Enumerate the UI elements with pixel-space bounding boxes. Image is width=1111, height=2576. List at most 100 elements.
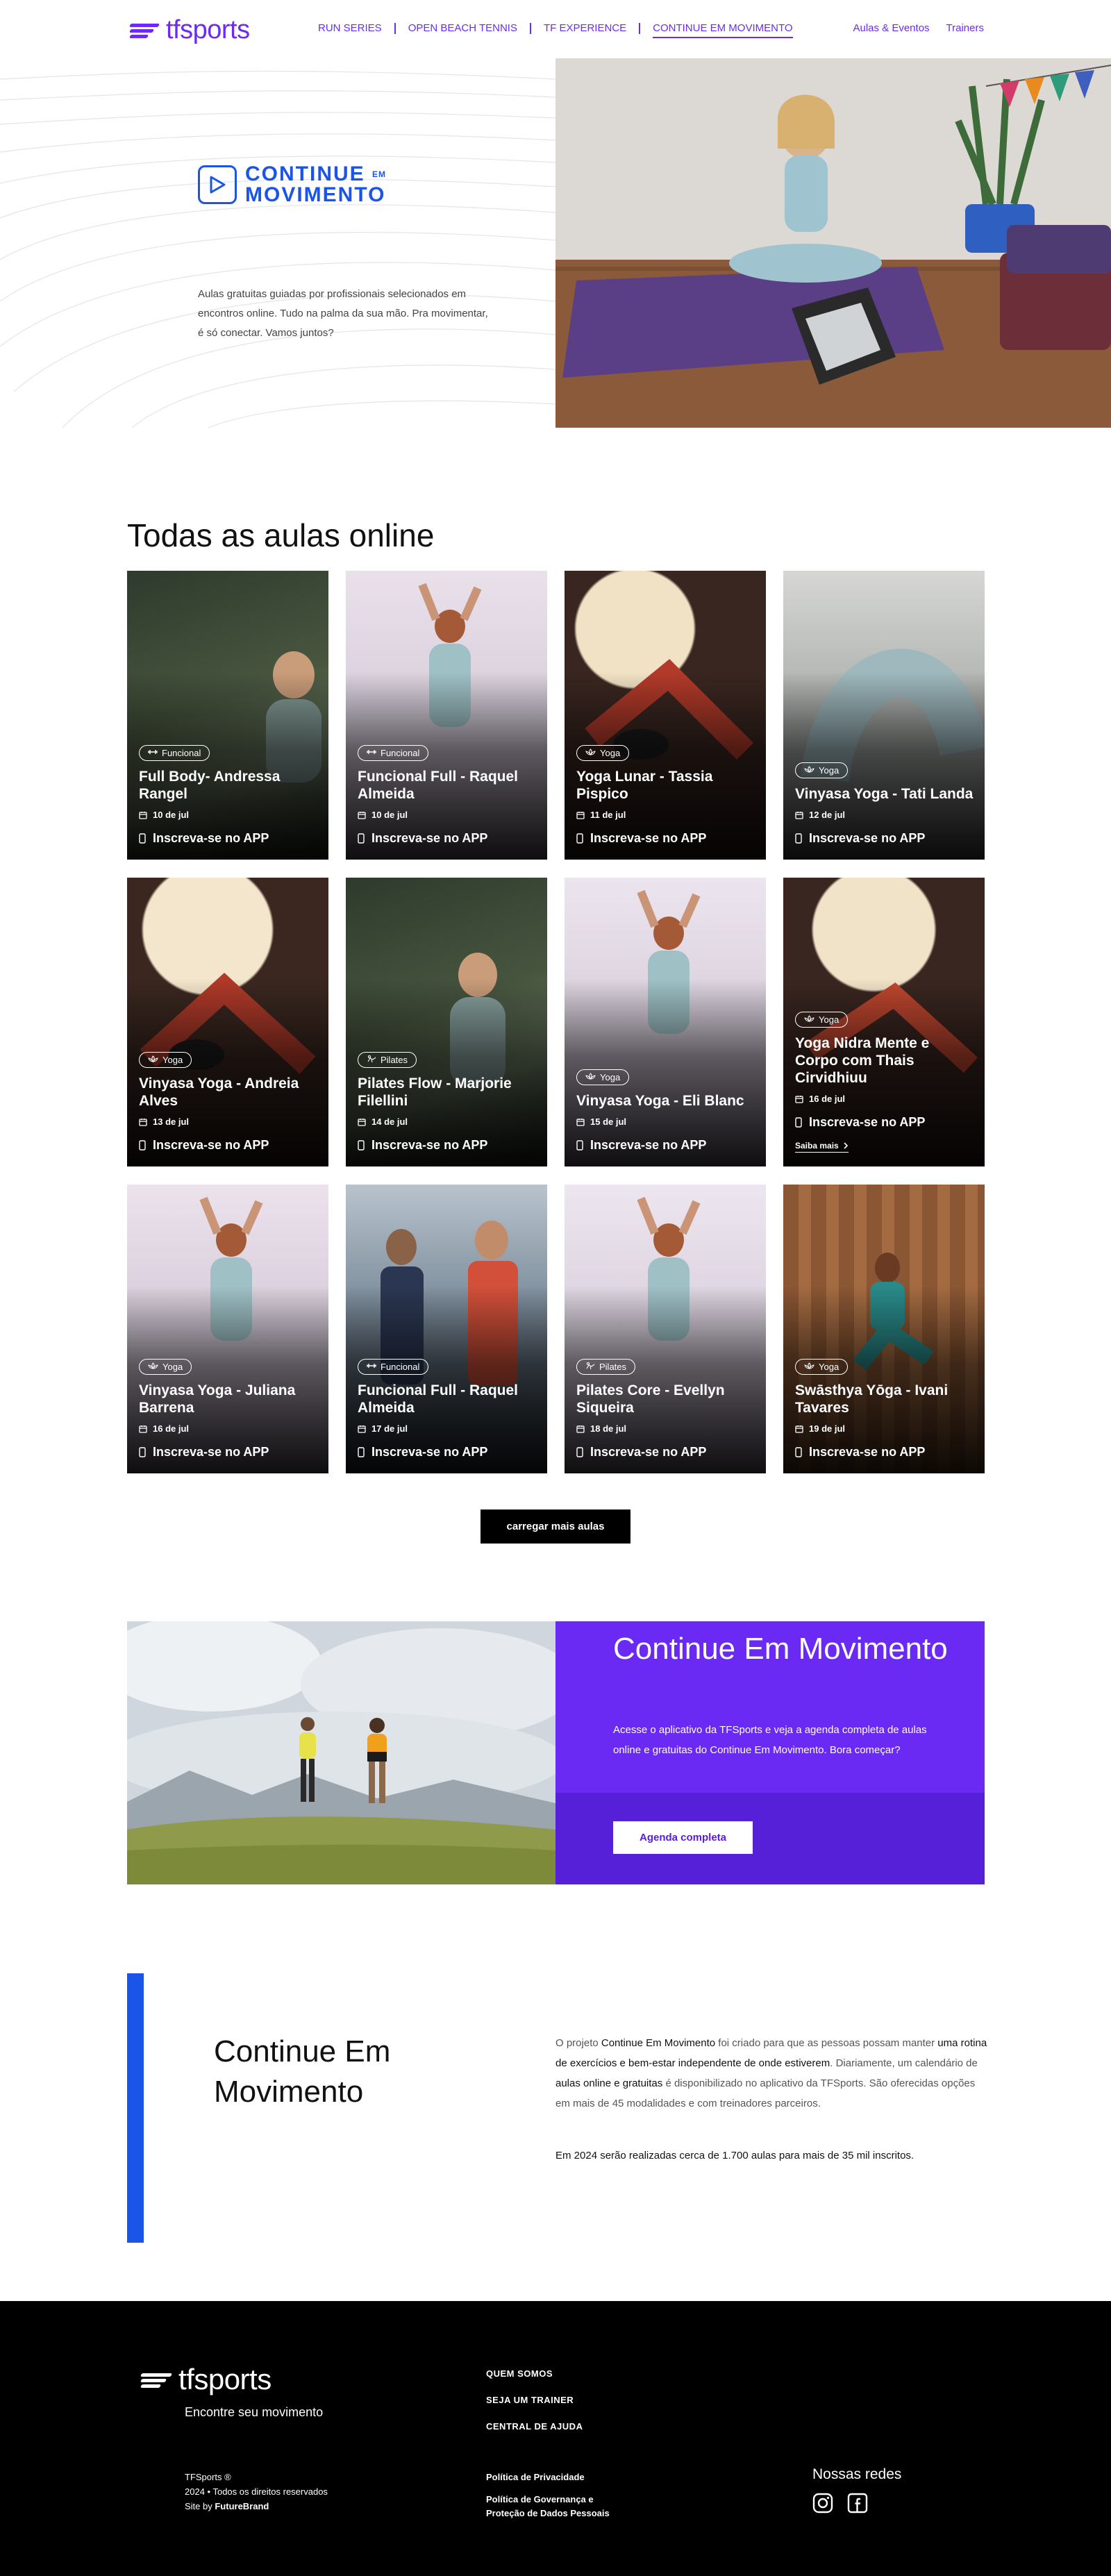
instagram-icon[interactable] — [812, 2493, 833, 2517]
hero-section: CONTINUE EM MOVIMENTO Aulas gratuitas gu… — [0, 58, 1111, 428]
footer-copyright-year: 2024 • Todos os direitos reservados — [185, 2486, 328, 2497]
class-title: Swāsthya Yōga - Ivani Tavares — [795, 1382, 949, 1416]
inscreva-se-app-link[interactable]: Inscreva-se no APP — [576, 1138, 756, 1153]
dumbbell-icon — [367, 1362, 376, 1372]
inscreva-se-app-link[interactable]: Inscreva-se no APP — [795, 1445, 975, 1460]
class-date: 16 de jul — [795, 1094, 975, 1104]
inscreva-se-app-link[interactable]: Inscreva-se no APP — [795, 1115, 975, 1130]
footer-link-quem-somos[interactable]: QUEM SOMOS — [486, 2361, 583, 2387]
smartphone-icon — [576, 1447, 583, 1457]
calendar-icon — [795, 1095, 803, 1103]
calendar-icon — [795, 811, 803, 819]
secondary-nav: Aulas & Eventos Trainers — [853, 22, 984, 34]
play-icon — [198, 165, 237, 204]
hero-image-yoga-woman — [556, 58, 1111, 428]
smartphone-icon — [139, 833, 146, 844]
promo-text: Acesse o aplicativo da TFSports e veja a… — [613, 1724, 927, 1756]
class-title: Vinyasa Yoga - Juliana Barrena — [139, 1382, 296, 1416]
class-card[interactable]: Yoga Vinyasa Yoga - Juliana Barrena 16 d… — [127, 1185, 328, 1473]
saiba-mais-link[interactable]: Saiba mais — [795, 1141, 849, 1153]
class-card[interactable]: Yoga Swāsthya Yōga - Ivani Tavares 19 de… — [783, 1185, 985, 1473]
class-category-tag: Pilates — [576, 1359, 636, 1375]
smartphone-icon — [358, 1140, 365, 1151]
inscreva-se-app-link[interactable]: Inscreva-se no APP — [576, 1445, 756, 1460]
about-stats: Em 2024 serão realizadas cerca de 1.700 … — [556, 2150, 914, 2161]
class-card[interactable]: Yoga Yoga Lunar - Tassia Pispico 11 de j… — [565, 571, 766, 860]
footer-credit: Site by FutureBrand — [185, 2501, 269, 2511]
class-card-info: Yoga Swāsthya Yōga - Ivani Tavares 19 de… — [795, 1359, 975, 1460]
agenda-completa-button[interactable]: Agenda completa — [613, 1821, 753, 1854]
calendar-icon — [358, 1118, 366, 1126]
calendar-icon — [139, 1118, 147, 1126]
class-category-tag: Funcional — [139, 745, 210, 761]
inscreva-se-app-link[interactable]: Inscreva-se no APP — [139, 1138, 319, 1153]
inscreva-se-app-link[interactable]: Inscreva-se no APP — [358, 1445, 537, 1460]
nav-continue-em-movimento[interactable]: CONTINUE EM MOVIMENTO — [640, 22, 805, 38]
class-card[interactable]: Yoga Vinyasa Yoga - Andreia Alves 13 de … — [127, 878, 328, 1166]
about-section: Continue Em Movimento O projeto Continue… — [127, 1973, 987, 2243]
nav-open-beach-tennis[interactable]: OPEN BEACH TENNIS — [396, 22, 530, 34]
promo-panel: Continue Em Movimento Acesse o aplicativ… — [556, 1621, 985, 1884]
privacy-policy-link[interactable]: Política de Privacidade — [486, 2470, 625, 2484]
load-more-button[interactable]: carregar mais aulas — [480, 1509, 631, 1544]
class-date: 18 de jul — [576, 1423, 756, 1434]
continue-em-movimento-brand: CONTINUE EM MOVIMENTO — [198, 164, 386, 206]
footer-link-seja-um-trainer[interactable]: SEJA UM TRAINER — [486, 2387, 583, 2414]
smartphone-icon — [576, 1140, 583, 1151]
footer-link-central-de-ajuda[interactable]: CENTRAL DE AJUDA — [486, 2414, 583, 2440]
class-card-info: Yoga Yoga Lunar - Tassia Pispico 11 de j… — [576, 745, 756, 846]
inscreva-se-app-link[interactable]: Inscreva-se no APP — [358, 831, 537, 846]
class-card[interactable]: Pilates Pilates Flow - Marjorie Filellin… — [346, 878, 547, 1166]
main-nav: RUN SERIES OPEN BEACH TENNIS TF EXPERIEN… — [318, 22, 805, 38]
class-category-tag: Yoga — [576, 1069, 630, 1085]
class-card[interactable]: Funcional Full Body- Andressa Rangel 10 … — [127, 571, 328, 860]
promo-title: Continue Em Movimento — [613, 1632, 948, 1666]
inscreva-se-app-link[interactable]: Inscreva-se no APP — [358, 1138, 537, 1153]
nav-aulas-eventos[interactable]: Aulas & Eventos — [853, 22, 929, 34]
futurebrand-link[interactable]: FutureBrand — [215, 2501, 269, 2511]
calendar-icon — [795, 1425, 803, 1433]
calendar-icon — [576, 1425, 585, 1433]
class-date: 10 de jul — [358, 810, 537, 820]
tfsports-logo[interactable]: tfsports — [128, 17, 250, 43]
nav-tf-experience[interactable]: TF EXPERIENCE — [531, 22, 639, 34]
social-label: Nossas redes — [812, 2466, 902, 2482]
class-card[interactable]: Yoga Vinyasa Yoga - Tati Landa 12 de jul… — [783, 571, 985, 860]
calendar-icon — [576, 1118, 585, 1126]
class-card[interactable]: Funcional Funcional Full - Raquel Almeid… — [346, 1185, 547, 1473]
class-category-tag: Yoga — [139, 1359, 192, 1375]
site-header: tfsports RUN SERIES OPEN BEACH TENNIS TF… — [0, 0, 1111, 58]
class-card[interactable]: Funcional Funcional Full - Raquel Almeid… — [346, 571, 547, 860]
class-category-tag: Yoga — [795, 1359, 849, 1375]
class-date: 19 de jul — [795, 1423, 975, 1434]
class-title: Vinyasa Yoga - Andreia Alves — [139, 1076, 299, 1109]
inscreva-se-app-link[interactable]: Inscreva-se no APP — [795, 831, 975, 846]
calendar-icon — [139, 1425, 147, 1433]
class-card-info: Funcional Funcional Full - Raquel Almeid… — [358, 1359, 537, 1460]
class-card[interactable]: Yoga Yoga Nidra Mente e Corpo com Thais … — [783, 878, 985, 1166]
inscreva-se-app-link[interactable]: Inscreva-se no APP — [576, 831, 756, 846]
class-date: 14 de jul — [358, 1116, 537, 1127]
smartphone-icon — [358, 1447, 365, 1457]
footer-logo[interactable]: tfsports — [140, 2365, 272, 2394]
social-icons — [812, 2493, 901, 2517]
inscreva-se-app-link[interactable]: Inscreva-se no APP — [139, 831, 319, 846]
class-title: Pilates Flow - Marjorie Filellini — [358, 1076, 512, 1109]
governance-policy-link[interactable]: Política de Governança e Proteção de Dad… — [486, 2493, 625, 2520]
class-category-tag: Funcional — [358, 745, 429, 761]
smartphone-icon — [795, 1447, 802, 1457]
nav-run-series[interactable]: RUN SERIES — [318, 22, 394, 34]
footer-legal: TFSports ® 2024 • Todos os direitos rese… — [185, 2470, 328, 2514]
nav-trainers[interactable]: Trainers — [946, 22, 984, 34]
class-title: Funcional Full - Raquel Almeida — [358, 1382, 518, 1416]
class-category-tag: Yoga — [576, 745, 630, 761]
dumbbell-icon — [148, 748, 158, 758]
class-card-info: Funcional Full Body- Andressa Rangel 10 … — [139, 745, 319, 846]
class-card[interactable]: Yoga Vinyasa Yoga - Eli Blanc 15 de jul … — [565, 878, 766, 1166]
decorative-lines — [0, 70, 556, 428]
facebook-icon[interactable] — [847, 2493, 868, 2517]
aulas-grid: Funcional Full Body- Andressa Rangel 10 … — [127, 571, 985, 1473]
inscreva-se-app-link[interactable]: Inscreva-se no APP — [139, 1445, 319, 1460]
class-card[interactable]: Pilates Pilates Core - Evellyn Siqueira … — [565, 1185, 766, 1473]
aulas-heading: Todas as aulas online — [127, 517, 435, 553]
